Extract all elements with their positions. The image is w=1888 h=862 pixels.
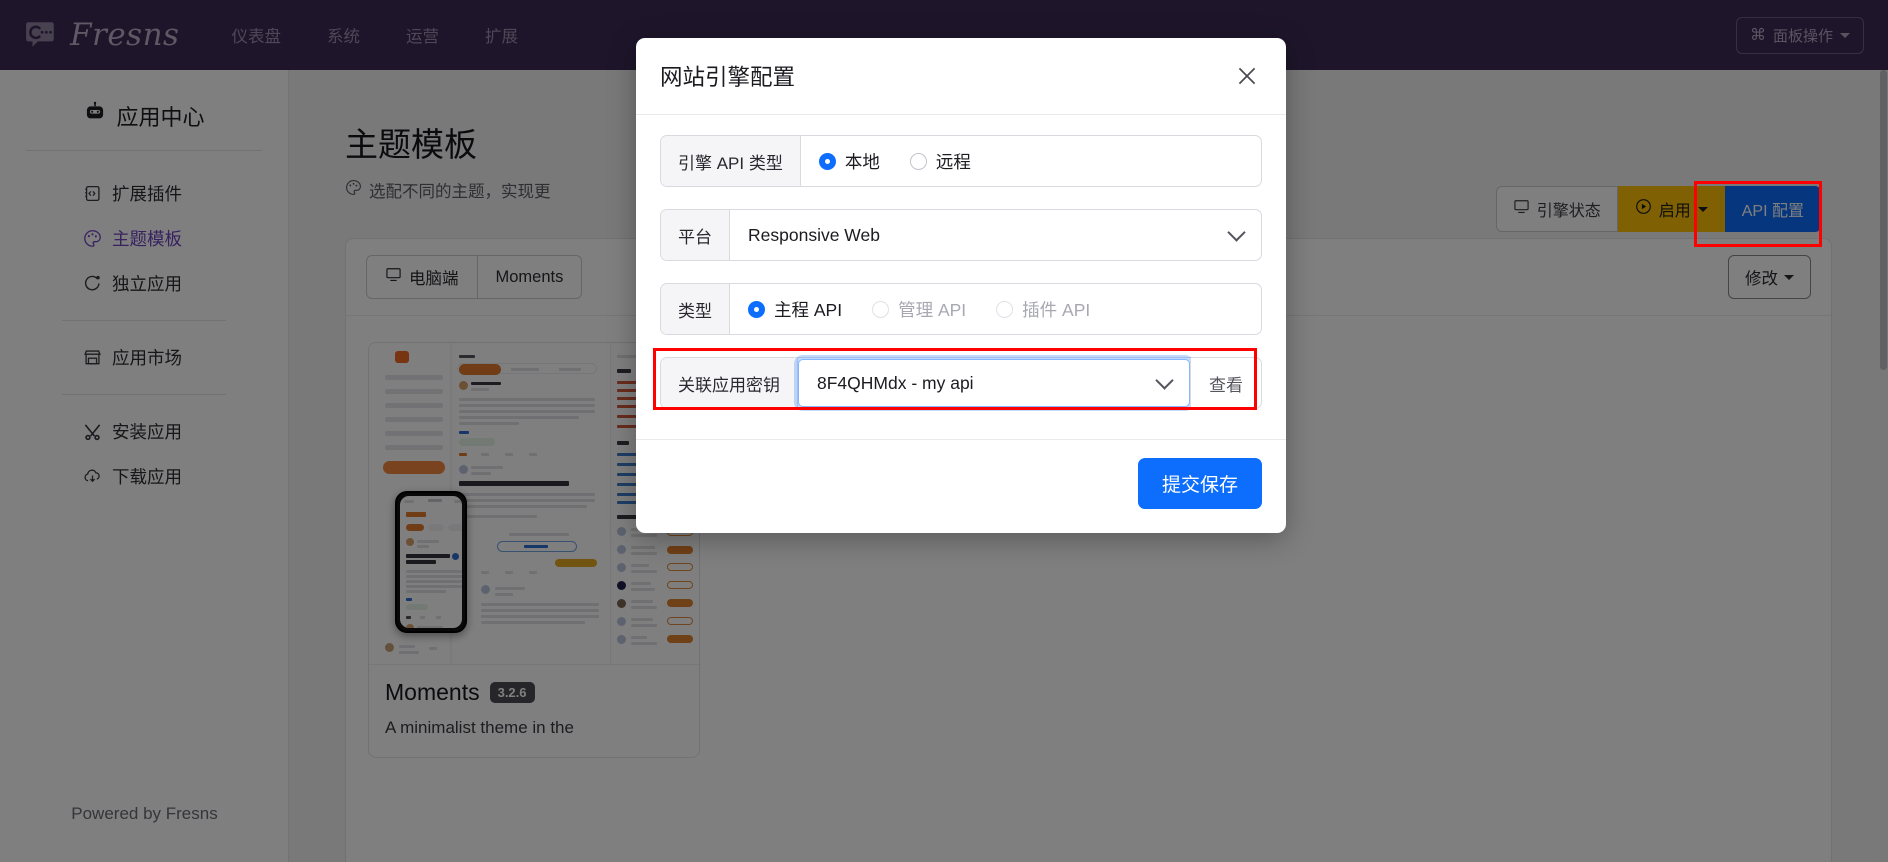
form-row-app-key: 关联应用密钥 8F4QHMdx - my api 查看 — [660, 357, 1262, 409]
form-label-app-key: 关联应用密钥 — [661, 358, 798, 408]
platform-select-value: Responsive Web — [748, 224, 880, 245]
radio-option-label: 管理 API — [898, 299, 967, 320]
modal-header: 网站引擎配置 — [636, 38, 1286, 115]
radio-option-label: 主程 API — [774, 299, 843, 320]
form-label-api-type: 类型 — [661, 284, 730, 334]
radio-group-engine-api-type: 本地 远程 — [801, 136, 1261, 186]
radio-indicator — [909, 152, 927, 170]
app-key-select[interactable]: 8F4QHMdx - my api — [798, 359, 1190, 407]
app-key-select-value: 8F4QHMdx - my api — [817, 372, 974, 393]
radio-option-label: 插件 API — [1022, 299, 1091, 320]
chevron-down-icon — [1227, 223, 1246, 242]
modal-title: 网站引擎配置 — [660, 65, 796, 90]
view-app-key-button[interactable]: 查看 — [1190, 358, 1261, 408]
radio-option-label: 远程 — [935, 151, 971, 172]
radio-group-api-type: 主程 API 管理 API 插件 API — [730, 284, 1261, 334]
form-row-platform: 平台 Responsive Web — [660, 209, 1262, 261]
radio-indicator — [872, 300, 890, 318]
radio-option-label: 本地 — [844, 151, 880, 172]
submit-save-button[interactable]: 提交保存 — [1137, 458, 1262, 509]
engine-config-modal: 网站引擎配置 引擎 API 类型 本地 远程 平台 Responsive Web… — [636, 38, 1286, 533]
radio-option-remote[interactable]: 远程 — [909, 149, 971, 174]
form-row-engine-api-type: 引擎 API 类型 本地 远程 — [660, 135, 1262, 187]
radio-indicator — [996, 300, 1014, 318]
platform-select[interactable]: Responsive Web — [730, 210, 1261, 260]
radio-indicator — [748, 300, 765, 318]
chevron-down-icon — [1155, 371, 1174, 390]
form-label-platform: 平台 — [661, 210, 730, 260]
radio-option-local[interactable]: 本地 — [818, 149, 880, 174]
modal-body: 引擎 API 类型 本地 远程 平台 Responsive Web 类型 主程 … — [636, 115, 1286, 439]
radio-indicator — [818, 152, 836, 170]
radio-option-plugin-api: 插件 API — [996, 297, 1090, 322]
form-row-api-type: 类型 主程 API 管理 API 插件 API — [660, 283, 1262, 335]
form-label-engine-api-type: 引擎 API 类型 — [661, 136, 801, 186]
close-icon[interactable] — [1232, 61, 1262, 91]
modal-footer: 提交保存 — [636, 439, 1286, 533]
radio-option-admin-api: 管理 API — [872, 297, 966, 322]
radio-option-main-api[interactable]: 主程 API — [748, 297, 842, 322]
